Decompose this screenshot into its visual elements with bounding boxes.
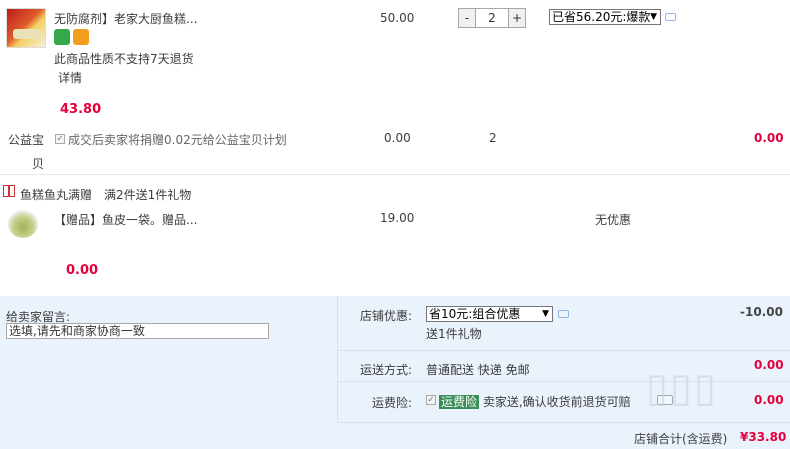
shipping-label: 运送方式: <box>360 363 413 377</box>
chevron-down-icon: ▼ <box>542 309 549 319</box>
insurance-label: 运费险: <box>372 396 413 410</box>
return-policy-notice: 此商品性质不支持7天退货 <box>54 52 194 66</box>
shop-discount-selected: 省10元:组合优惠 <box>429 307 521 321</box>
product-thumbnail[interactable] <box>6 8 46 48</box>
seller-memo-input[interactable]: 选填,请先和商家协商一致 <box>6 323 269 339</box>
panel-row-divider <box>337 350 790 351</box>
chat-bubble-icon[interactable] <box>665 13 676 21</box>
chevron-down-icon: ▼ <box>650 12 657 22</box>
watermark-logo: ▯▯▯ <box>646 365 719 411</box>
insurance-checkbox[interactable]: ✓ <box>426 395 436 405</box>
quantity-decrease-button[interactable]: - <box>459 9 475 27</box>
charity-label-line2: 贝 <box>32 157 45 171</box>
panel-row-divider <box>337 422 790 423</box>
shipping-method: 普通配送 快递 免邮 <box>426 363 530 377</box>
charity-total: 0.00 <box>754 131 784 145</box>
charity-label: 公益宝 <box>8 133 45 147</box>
insurance-amount: 0.00 <box>754 393 784 407</box>
shop-discount-select[interactable]: 省10元:组合优惠 ▼ <box>426 306 553 322</box>
guarantee-badge-icon[interactable] <box>54 29 70 45</box>
shop-discount-amount: -10.00 <box>740 305 783 319</box>
charity-text: 成交后卖家将捐赠0.02元给公益宝贝计划 <box>68 133 287 147</box>
gift-item-discount: 无优惠 <box>595 213 632 227</box>
insurance-text: 卖家送,确认收货前退货可赔 <box>482 395 631 409</box>
row-divider <box>0 174 790 175</box>
credit-card-badge-icon[interactable] <box>73 29 89 45</box>
item-promotion-selected: 已省56.20元:爆款 <box>552 10 651 24</box>
product-paid-price: 43.80 <box>60 102 102 117</box>
charity-price: 0.00 <box>384 131 411 145</box>
gift-promo-name: 鱼糕鱼丸满赠 <box>20 188 93 202</box>
gift-item-title-link[interactable]: 【赠品】鱼皮一袋。赠品... <box>54 211 197 228</box>
charity-quantity: 2 <box>489 131 497 145</box>
product-title-link[interactable]: 无防腐剂】老家大厨鱼糕... <box>54 10 197 27</box>
item-promotion-select[interactable]: 已省56.20元:爆款 ▼ <box>549 9 661 25</box>
seller-memo-placeholder: 选填,请先和商家协商一致 <box>9 324 145 338</box>
gift-promo-rule: 满2件送1件礼物 <box>104 188 192 202</box>
unit-price: 50.00 <box>380 11 415 25</box>
quantity-input[interactable] <box>475 9 509 27</box>
shop-discount-gift: 送1件礼物 <box>426 327 482 341</box>
quantity-increase-button[interactable]: + <box>509 9 525 27</box>
charity-checkbox[interactable]: ✓ <box>55 134 65 144</box>
gift-item-total: 0.00 <box>66 263 99 278</box>
shop-discount-label: 店铺优惠: <box>360 309 413 323</box>
details-link[interactable]: 详情 <box>58 69 82 86</box>
quantity-stepper[interactable]: - + <box>458 8 526 28</box>
insurance-tag: 运费险 <box>439 395 480 409</box>
insurance-description: 运费险 卖家送,确认收货前退货可赔 <box>439 393 631 410</box>
shop-total-label: 店铺合计(含运费) <box>634 432 728 446</box>
gift-item-price: 19.00 <box>380 211 415 225</box>
panel-divider <box>337 296 338 422</box>
gift-icon <box>3 185 15 197</box>
shop-total-value: ¥33.80 <box>740 430 787 444</box>
panel-row-divider <box>337 381 790 382</box>
gift-thumbnail[interactable] <box>8 210 38 238</box>
chat-bubble-icon[interactable] <box>558 310 569 318</box>
shipping-amount: 0.00 <box>754 358 784 372</box>
